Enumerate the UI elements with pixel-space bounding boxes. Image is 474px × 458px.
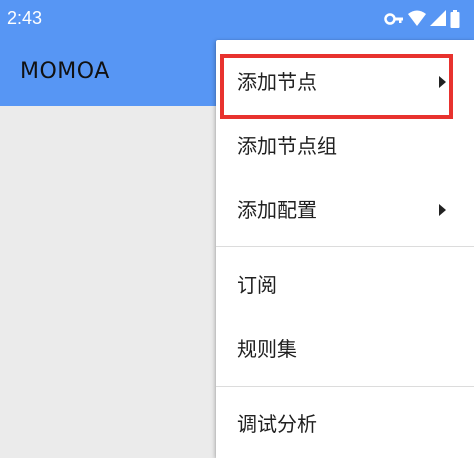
menu-divider	[216, 386, 474, 387]
wifi-icon	[408, 10, 426, 26]
app-title: MOMOA	[20, 59, 110, 84]
overflow-menu: 添加节点 添加节点组 添加配置 订阅 规则集 调试分析	[216, 40, 474, 458]
menu-item-rule-sets[interactable]: 规则集	[216, 317, 474, 381]
menu-item-label: 添加节点组	[237, 134, 337, 158]
status-icons	[384, 9, 464, 29]
vpn-key-icon	[384, 13, 403, 25]
status-time: 2:43	[7, 8, 43, 28]
menu-item-label: 订阅	[237, 273, 277, 297]
status-bar: 2:43	[0, 0, 474, 38]
menu-item-subscription[interactable]: 订阅	[216, 253, 474, 317]
menu-item-label: 添加节点	[237, 70, 317, 94]
menu-item-add-config[interactable]: 添加配置	[216, 178, 474, 242]
menu-item-add-node[interactable]: 添加节点	[216, 50, 474, 114]
submenu-arrow-icon	[439, 76, 446, 88]
menu-item-debug-analysis[interactable]: 调试分析	[216, 392, 474, 456]
menu-item-label: 规则集	[237, 337, 297, 361]
menu-item-label: 添加配置	[237, 198, 317, 222]
menu-divider	[216, 246, 474, 247]
battery-icon	[450, 10, 460, 28]
submenu-arrow-icon	[439, 204, 446, 216]
signal-icon	[430, 10, 446, 26]
menu-item-add-node-group[interactable]: 添加节点组	[216, 114, 474, 178]
menu-item-label: 调试分析	[237, 412, 317, 436]
